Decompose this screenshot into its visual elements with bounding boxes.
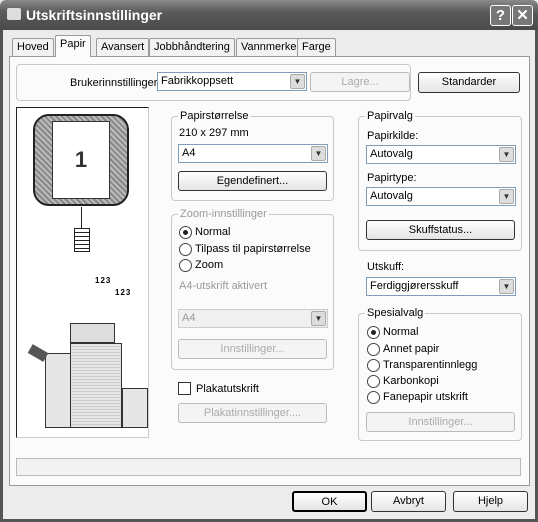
tab-farge[interactable]: Farge — [297, 38, 336, 56]
chevron-down-icon: ▼ — [311, 311, 326, 326]
special-normal-radio[interactable]: Normal — [367, 326, 418, 340]
special-transparency-radio[interactable]: Transparentinnlegg — [367, 359, 477, 373]
zoom-fit-radio[interactable]: Tilpass til papirstørrelse — [179, 243, 311, 257]
ok-button[interactable]: OK — [292, 491, 367, 512]
a4-print-value: A4 — [182, 312, 196, 324]
tab-papir[interactable]: Papir — [55, 35, 91, 57]
save-button[interactable]: Lagre... — [310, 72, 410, 92]
chevron-down-icon: ▼ — [311, 146, 326, 161]
tab-hoved[interactable]: Hoved — [12, 38, 54, 56]
output-tray-select[interactable]: Ferdiggjørersskuff ▼ — [366, 277, 516, 296]
paper-select-legend: Papirvalg — [365, 110, 415, 122]
user-settings-value: Fabrikkoppsett — [161, 75, 234, 87]
preview-panel: 1 123 123 — [16, 107, 149, 438]
paper-source-select[interactable]: Autovalg ▼ — [366, 145, 516, 164]
page-number: 1 — [52, 121, 110, 199]
zoom-settings-button[interactable]: Innstillinger... — [178, 339, 327, 359]
a4-print-select[interactable]: A4 ▼ — [178, 309, 328, 328]
zoom-normal-radio[interactable]: Normal — [179, 226, 230, 240]
poster-label: Plakatutskrift — [196, 383, 259, 395]
a4-print-label: A4-utskrift aktivert — [179, 280, 268, 292]
connector-line — [81, 207, 82, 229]
zoom-zoom-radio[interactable]: Zoom — [179, 259, 223, 273]
output-tray-label: Utskuff: — [367, 261, 405, 273]
collate-icon: 123 — [115, 288, 132, 297]
poster-settings-button[interactable]: Plakatinnstillinger.... — [178, 403, 327, 423]
special-other-paper-radio[interactable]: Annet papir — [367, 343, 439, 357]
collate-icon: 123 — [95, 276, 112, 285]
tab-jobbhandtering[interactable]: Jobbhåndtering — [149, 38, 235, 56]
chevron-down-icon: ▼ — [499, 147, 514, 162]
help-icon[interactable]: ? — [490, 5, 511, 26]
special-carbon-copy-radio[interactable]: Karbonkopi — [367, 375, 439, 389]
printer-machine-icon — [25, 323, 148, 431]
tab-avansert[interactable]: Avansert — [96, 38, 150, 56]
poster-checkbox[interactable] — [178, 382, 191, 395]
cancel-button[interactable]: Avbryt — [371, 491, 446, 512]
paper-type-value: Autovalg — [370, 190, 413, 202]
window-title: Utskriftsinnstillinger — [26, 7, 163, 23]
paper-size-value: A4 — [182, 147, 196, 159]
user-settings-label: Brukerinnstillinger: — [70, 77, 161, 89]
paper-type-select[interactable]: Autovalg ▼ — [366, 187, 516, 206]
custom-size-button[interactable]: Egendefinert... — [178, 171, 327, 191]
special-tab-paper-radio[interactable]: Fanepapir utskrift — [367, 391, 468, 405]
special-settings-button[interactable]: Innstillinger... — [366, 412, 515, 432]
status-bar — [16, 458, 521, 476]
user-settings-select[interactable]: Fabrikkoppsett ▼ — [157, 72, 307, 91]
output-tray-value: Ferdiggjørersskuff — [370, 280, 459, 292]
paper-source-value: Autovalg — [370, 148, 413, 160]
close-icon[interactable]: ✕ — [512, 5, 533, 26]
tab-vannmerker[interactable]: Vannmerker — [236, 38, 306, 56]
chevron-down-icon: ▼ — [499, 279, 514, 294]
chevron-down-icon: ▼ — [499, 189, 514, 204]
title-bar: Utskriftsinnstillinger ? ✕ — [0, 0, 538, 30]
paper-size-legend: Papirstørrelse — [178, 110, 251, 122]
help-button[interactable]: Hjelp — [453, 491, 528, 512]
paper-dimensions: 210 x 297 mm — [179, 127, 249, 139]
paper-source-label: Papirkilde: — [367, 130, 419, 142]
tray-status-button[interactable]: Skuffstatus... — [366, 220, 515, 240]
page-preview-frame: 1 — [33, 114, 129, 206]
paper-type-label: Papirtype: — [367, 172, 417, 184]
document-icon — [74, 228, 90, 252]
printer-icon — [7, 8, 21, 20]
special-legend: Spesialvalg — [365, 307, 426, 319]
defaults-button[interactable]: Standarder — [418, 72, 520, 93]
chevron-down-icon: ▼ — [290, 74, 305, 89]
paper-size-select[interactable]: A4 ▼ — [178, 144, 328, 163]
zoom-legend: Zoom-innstillinger — [178, 208, 269, 220]
